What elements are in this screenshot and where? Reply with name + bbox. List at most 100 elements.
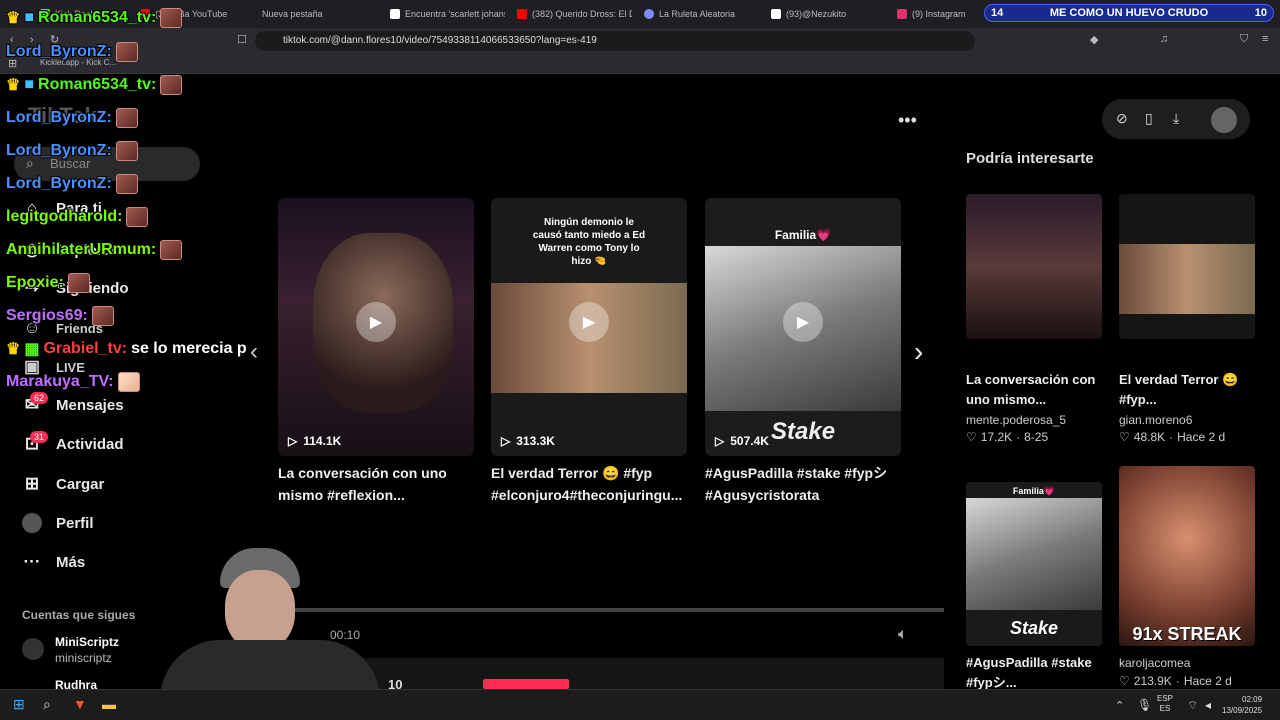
- more-options-icon[interactable]: •••: [898, 110, 917, 131]
- mensajes-badge: 62: [30, 392, 49, 404]
- stake-logo: Stake: [771, 418, 836, 445]
- chat-message: ♛ ▦ Grabiel_tv: se lo merecia p: [6, 340, 247, 358]
- video-overlay-text: Ningún demonio le causó tanto miedo a Ed…: [532, 217, 646, 267]
- nav-cargar[interactable]: ⊞ Cargar: [22, 474, 104, 494]
- chat-message: Marakuya_TV:: [6, 372, 140, 392]
- cube-icon: ■: [24, 9, 35, 26]
- brave-browser-icon[interactable]: ▼: [73, 696, 87, 712]
- clock[interactable]: 02:09 13/09/2025: [1222, 694, 1262, 716]
- heart-icon: ♡: [966, 430, 977, 444]
- windows-taskbar: ⊞ ⌕ ▼ ▬ ⌃ 🎙︎ ESP ES ⌔ ◂ 02:09 13/09/2025: [0, 689, 1280, 720]
- emote-icon: [115, 108, 138, 128]
- banner-right-count: 10: [1254, 7, 1267, 19]
- youtube-icon: [517, 9, 527, 19]
- recommended-thumbnail[interactable]: 91x STREAK: [1119, 466, 1255, 646]
- carousel-prev-icon[interactable]: ‹: [250, 338, 258, 366]
- crown-icon: ♛: [6, 341, 21, 358]
- more-icon: ···: [23, 552, 41, 571]
- video-overlay-text: Familia💗: [774, 228, 832, 242]
- menu-icon[interactable]: ≡: [1262, 33, 1268, 45]
- recommended-stats: ♡ 48.8K · Hace 2 d: [1119, 430, 1226, 444]
- bookmarks-bar: ⊞ Kicklet.app - Kick C...: [0, 54, 1280, 74]
- tab-ruleta[interactable]: La Ruleta Aleatoria: [644, 6, 759, 22]
- globe-icon: [644, 9, 654, 19]
- carousel-next-icon[interactable]: ›: [914, 336, 923, 368]
- play-icon: ▶: [356, 301, 396, 342]
- emote-icon: [160, 75, 183, 95]
- video-thumbnail: [1119, 244, 1255, 314]
- tab-tiktok-nezukito[interactable]: (93)@Nezukito: [771, 6, 886, 22]
- nav-perfil[interactable]: Perfil: [22, 513, 94, 533]
- volume-icon[interactable]: ◂: [1205, 698, 1211, 712]
- banner-text: ME COMO UN HUEVO CRUDO: [1049, 7, 1209, 19]
- banner-left-count: 14: [991, 7, 1004, 19]
- recommended-header: Podría interesarte: [966, 150, 1094, 167]
- recommended-stats: ♡ 213.9K · Hace 2 d: [1119, 674, 1232, 688]
- chat-message: Lord_ByronZ:: [6, 174, 138, 194]
- emote-icon: [126, 207, 149, 227]
- phone-icon[interactable]: ▯: [1145, 110, 1153, 127]
- view-count: ▷ 313.3K: [501, 434, 555, 448]
- video-card[interactable]: Ningún demonio le causó tanto miedo a Ed…: [491, 198, 687, 456]
- tab-new[interactable]: Nueva pestaña: [262, 6, 372, 22]
- video-thumbnail: [966, 498, 1102, 610]
- crown-icon: ♛: [6, 77, 21, 94]
- chat-message: AnnihilaterURmum:: [6, 240, 183, 260]
- recommended-thumbnail[interactable]: Familia💗 Stake: [966, 482, 1102, 646]
- recommended-author[interactable]: karoljacomea: [1119, 656, 1190, 670]
- video-caption[interactable]: #AgusPadilla #stake #fypシ #Agusycristora…: [705, 462, 905, 506]
- video-caption[interactable]: La conversación con uno mismo #reflexion…: [278, 462, 478, 506]
- download-icon[interactable]: ⤓: [1173, 110, 1179, 127]
- heart-icon: ♡: [1119, 430, 1130, 444]
- follow-button[interactable]: [483, 679, 569, 689]
- coin-icon[interactable]: ⊘: [1116, 110, 1128, 127]
- recommended-author[interactable]: mente.poderosa_5: [966, 413, 1066, 427]
- kick-goal-banner: 14 ME COMO UN HUEVO CRUDO 10: [984, 4, 1274, 22]
- wifi-icon[interactable]: ⌔: [1187, 698, 1198, 713]
- recommended-thumbnail[interactable]: [966, 194, 1102, 339]
- bookmark-icon[interactable]: ☐: [237, 33, 247, 46]
- video-overlay-text: Familia💗: [1012, 486, 1056, 496]
- video-caption[interactable]: El verdad Terror 😄 #fyp #elconjuro4#thec…: [491, 462, 696, 506]
- recommended-author[interactable]: gian.moreno6: [1119, 413, 1192, 427]
- nav-mas[interactable]: ··· Más: [22, 552, 86, 572]
- play-outline-icon: ▷: [715, 434, 725, 448]
- url-bar[interactable]: tiktok.com/@dann.flores10/video/75493381…: [255, 31, 975, 51]
- tab-search[interactable]: Encuentra 'scarlett johans: [390, 6, 505, 22]
- recommended-title[interactable]: La conversación con uno mismo...: [966, 370, 1106, 410]
- music-icon[interactable]: ♫: [1160, 33, 1168, 45]
- following-name[interactable]: MiniScriptz: [55, 635, 119, 649]
- windows-start-icon[interactable]: ⊞: [13, 696, 25, 713]
- play-outline-icon: ▷: [288, 434, 298, 448]
- chat-message: legitgodharold:: [6, 207, 149, 227]
- following-handle: miniscriptz: [55, 651, 112, 665]
- language-indicator[interactable]: ESP ES: [1157, 694, 1173, 714]
- emote-icon: [160, 240, 183, 260]
- chat-message: ♛ ■ Roman6534_tv:: [6, 75, 183, 95]
- tab-instagram[interactable]: (9) Instagram: [897, 6, 982, 22]
- chat-message: Epoxie:: [6, 273, 90, 293]
- tiktok-icon: [771, 9, 781, 19]
- video-card[interactable]: ▶ ▷ 114.1K: [278, 198, 474, 456]
- recommended-title[interactable]: #AgusPadilla #stake #fypシ...: [966, 653, 1116, 689]
- microphone-icon[interactable]: 🎙︎: [1137, 698, 1152, 712]
- tab-youtube-dross[interactable]: (382) Querido Dross: El D: [517, 6, 632, 22]
- emote-icon: [115, 42, 138, 62]
- chevron-up-icon[interactable]: ⌃: [1115, 699, 1124, 712]
- stake-logo: Stake: [1010, 618, 1059, 638]
- chat-message: Lord_ByronZ:: [6, 42, 138, 62]
- crown-icon: ♛: [6, 10, 21, 27]
- file-explorer-icon[interactable]: ▬: [102, 696, 116, 712]
- badge-icon: ▦: [24, 341, 40, 358]
- recommended-title[interactable]: El verdad Terror 😄 #fyp...: [1119, 370, 1259, 410]
- avatar[interactable]: [1211, 107, 1237, 133]
- search-icon[interactable]: ⌕: [43, 696, 51, 713]
- shield-icon[interactable]: ⛉: [1240, 33, 1248, 46]
- recommended-thumbnail[interactable]: [1119, 194, 1255, 339]
- volume-icon[interactable]: 🔈︎: [898, 626, 908, 644]
- extensions-icon[interactable]: ◆: [1090, 33, 1098, 46]
- emote-icon: [67, 273, 90, 293]
- emote-icon: [117, 372, 140, 392]
- body-shape: [160, 640, 380, 689]
- video-card[interactable]: Familia💗 ▶ Stake ▷ 507.4K: [705, 198, 901, 456]
